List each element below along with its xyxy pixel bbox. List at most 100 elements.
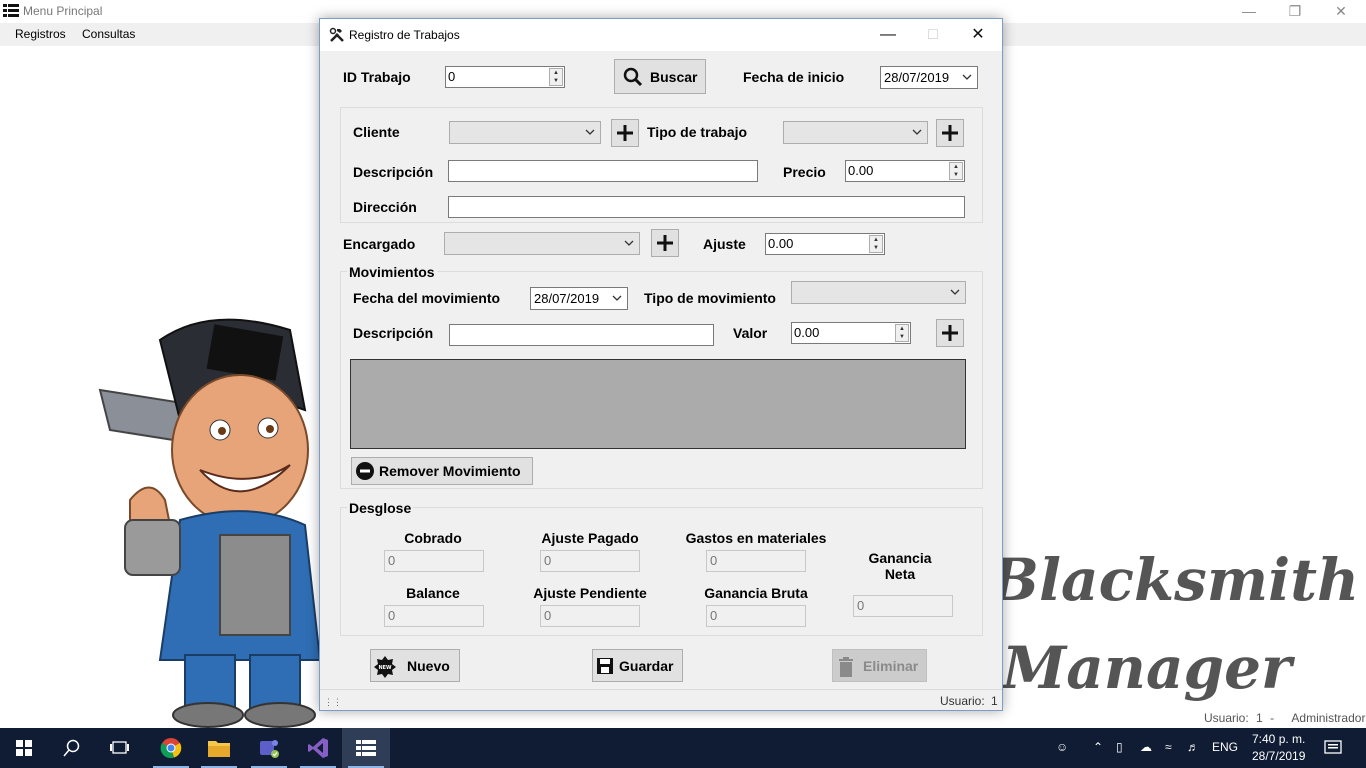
taskbar-teams[interactable]	[245, 728, 293, 768]
status-separator: -	[1270, 711, 1275, 725]
taskbar: ☺ ⌃ ▯ ☁ ≈ ♬ ENG 7:40 p. m. 28/7/2019	[0, 728, 1366, 768]
taskbar-file-explorer[interactable]	[195, 728, 243, 768]
tipo-movimiento-label: Tipo de movimiento	[644, 290, 776, 306]
resize-grip-icon[interactable]: ⋮⋮	[324, 697, 342, 708]
cliente-label: Cliente	[353, 124, 400, 140]
encargado-combo[interactable]	[444, 232, 640, 255]
taskbar-chrome[interactable]	[147, 728, 195, 768]
teams-icon	[260, 740, 279, 758]
dialog-statusbar: ⋮⋮ Usuario: 1	[320, 689, 1002, 711]
eliminar-button[interactable]: Eliminar	[832, 649, 927, 682]
clock-date[interactable]: 28/7/2019	[1252, 749, 1305, 763]
tipo-trabajo-label: Tipo de trabajo	[647, 124, 748, 140]
start-button[interactable]	[0, 728, 48, 768]
volume-icon[interactable]: ♬	[1187, 740, 1199, 754]
taskbar-search-button[interactable]	[48, 728, 96, 768]
valor-value: 0.00	[794, 325, 820, 340]
add-encargado-button[interactable]	[651, 229, 679, 257]
encargado-label: Encargado	[343, 236, 416, 252]
main-minimize-button[interactable]: —	[1226, 0, 1272, 23]
wifi-icon[interactable]: ≈	[1165, 740, 1172, 754]
add-cliente-button[interactable]	[611, 119, 639, 147]
valor-input[interactable]: 0.00 ▲ ▼	[791, 322, 911, 344]
tools-icon	[329, 27, 344, 42]
movimiento-descripcion-input[interactable]	[449, 324, 714, 346]
valor-spinner[interactable]: ▲ ▼	[895, 324, 909, 342]
fecha-movimiento-picker[interactable]: 28/07/2019	[530, 287, 628, 310]
remover-movimiento-button[interactable]: Remover Movimiento	[351, 457, 533, 485]
precio-spinner[interactable]: ▲ ▼	[949, 162, 963, 180]
file-explorer-icon	[208, 741, 230, 757]
language-indicator[interactable]: ENG	[1212, 740, 1238, 754]
status-role: Administrador	[1291, 711, 1366, 725]
taskbar-app-menu[interactable]	[342, 728, 390, 768]
add-movimiento-button[interactable]	[936, 319, 964, 347]
task-view-button[interactable]	[96, 728, 144, 768]
main-window-title: Menu Principal	[23, 4, 103, 18]
fecha-inicio-value: 28/07/2019	[884, 70, 950, 85]
direccion-input[interactable]	[448, 196, 965, 218]
descripcion-input[interactable]	[448, 160, 758, 182]
chevron-down-icon	[912, 129, 922, 135]
movimientos-grid[interactable]	[350, 359, 966, 449]
tipo-movimiento-combo[interactable]	[791, 281, 966, 304]
status-usuario-id: 1	[1256, 711, 1263, 725]
taskbar-visual-studio[interactable]	[294, 728, 342, 768]
brand-logo: Blacksmith Manager	[990, 546, 1359, 702]
balance-label: Balance	[406, 585, 460, 601]
main-restore-button[interactable]: ❐	[1272, 0, 1318, 23]
blacksmith-mascot-image	[98, 318, 322, 728]
ajuste-spinner[interactable]: ▲ ▼	[869, 235, 883, 253]
onedrive-icon[interactable]: ☁	[1140, 740, 1152, 754]
battery-icon[interactable]: ▯	[1116, 740, 1123, 754]
ganancia-neta-label-2: Neta	[884, 566, 916, 582]
dialog-title: Registro de Trabajos	[349, 28, 460, 42]
guardar-button[interactable]: Guardar	[592, 649, 683, 682]
cobrado-label: Cobrado	[404, 530, 462, 546]
main-status-user: Usuario: 1 - Administrador	[1204, 711, 1365, 725]
task-view-icon	[110, 741, 129, 754]
dialog-minimize-button[interactable]: —	[868, 23, 908, 47]
fecha-movimiento-label: Fecha del movimiento	[353, 290, 501, 306]
direccion-label: Dirección	[353, 199, 417, 215]
registro-trabajos-dialog: Registro de Trabajos — □ ✕ ID Trabajo 0 …	[319, 18, 1003, 711]
chevron-down-icon	[950, 289, 960, 295]
menu-consultas[interactable]: Consultas	[82, 27, 135, 41]
search-icon	[623, 67, 643, 87]
guardar-label: Guardar	[619, 658, 674, 674]
chevron-up-icon[interactable]: ⌃	[1093, 740, 1103, 754]
visual-studio-icon	[308, 738, 328, 758]
precio-value: 0.00	[848, 163, 874, 178]
ajuste-label: Ajuste	[703, 236, 746, 252]
app-menu-icon	[3, 4, 19, 17]
movimientos-title: Movimientos	[347, 264, 437, 280]
fecha-inicio-picker[interactable]: 28/07/2019	[880, 66, 978, 89]
trash-icon	[839, 657, 853, 677]
nuevo-label: Nuevo	[407, 658, 450, 674]
nuevo-button[interactable]: NEW Nuevo	[370, 649, 460, 682]
notifications-icon[interactable]	[1324, 740, 1342, 756]
people-icon[interactable]: ☺	[1056, 740, 1068, 754]
buscar-button[interactable]: Buscar	[614, 59, 706, 94]
id-trabajo-input[interactable]: 0 ▲ ▼	[445, 66, 565, 88]
dialog-status-usuario-id: 1	[991, 694, 998, 708]
chevron-down-icon	[624, 240, 634, 246]
menu-registros[interactable]: Registros	[15, 27, 66, 41]
dialog-close-button[interactable]: ✕	[958, 23, 998, 47]
cliente-combo[interactable]	[449, 121, 601, 144]
precio-input[interactable]: 0.00 ▲ ▼	[845, 160, 965, 182]
add-tipo-trabajo-button[interactable]	[936, 119, 964, 147]
tipo-trabajo-combo[interactable]	[783, 121, 928, 144]
buscar-label: Buscar	[650, 69, 698, 85]
dialog-status-usuario-label: Usuario:	[940, 694, 985, 708]
ajuste-input[interactable]: 0.00 ▲ ▼	[765, 233, 885, 255]
fecha-movimiento-value: 28/07/2019	[534, 291, 600, 306]
movimiento-descripcion-label: Descripción	[353, 325, 434, 341]
desglose-title: Desglose	[347, 500, 414, 516]
main-close-button[interactable]: ✕	[1318, 0, 1364, 23]
clock-time[interactable]: 7:40 p. m.	[1252, 732, 1305, 746]
descripcion-label: Descripción	[353, 164, 434, 180]
plus-icon	[942, 125, 958, 141]
id-trabajo-spinner[interactable]: ▲ ▼	[549, 68, 563, 86]
save-icon	[597, 658, 613, 674]
